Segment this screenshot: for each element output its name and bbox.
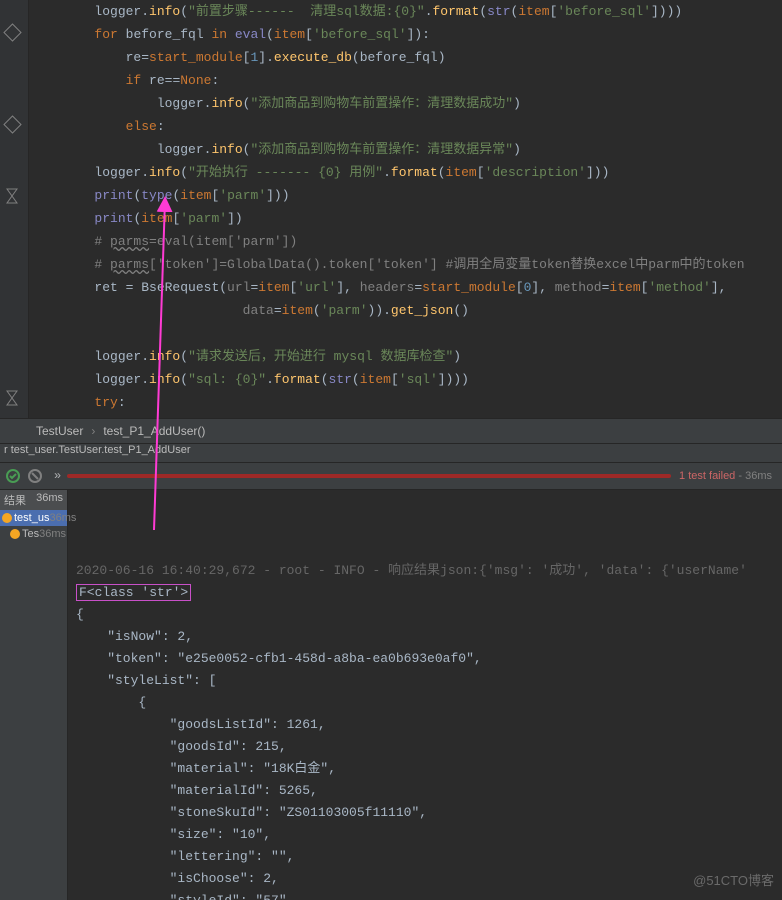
tree-header-time: 36ms (36, 492, 63, 508)
console-line: "size": "10", (76, 824, 774, 846)
gutter (0, 0, 29, 418)
code-line[interactable]: logger.info("添加商品到购物车前置操作：清理数据异常") (32, 138, 782, 161)
console-output[interactable]: 2020-06-16 16:40:29,672 - root - INFO - … (68, 490, 782, 900)
gutter-marker-icon (3, 115, 21, 133)
console-line: "goodsId": 215, (76, 736, 774, 758)
test-results-panel: 结果 36ms test_us 36ms Tes 36ms 2020-06-16… (0, 490, 782, 900)
code-line[interactable]: try: (32, 391, 782, 414)
code-line[interactable]: re=start_module[1].execute_db(before_fql… (32, 46, 782, 69)
code-line[interactable]: # parms=eval(item['parm']) (32, 230, 782, 253)
tree-header-label: 结果 (4, 492, 26, 508)
test-progress-bar (67, 474, 671, 478)
tree-row-label: test_us (14, 512, 49, 524)
filter-passed-icon[interactable] (4, 467, 22, 485)
code-line[interactable] (32, 322, 782, 345)
tree-row-test[interactable]: Tes 36ms (0, 526, 67, 542)
code-line[interactable]: logger.info("前置步骤------ 清理sql数据:{0}".for… (32, 0, 782, 23)
code-line[interactable]: if re==None: (32, 69, 782, 92)
expand-icon[interactable]: » (54, 469, 59, 483)
code-line[interactable]: logger.info("开始执行 ------- {0} 用例".format… (32, 161, 782, 184)
code-area[interactable]: logger.info("前置步骤------ 清理sql数据:{0}".for… (32, 0, 782, 414)
code-line[interactable]: # parms['token']=GlobalData().token['tok… (32, 253, 782, 276)
tree-header: 结果 36ms (0, 490, 67, 510)
breadcrumb-method[interactable]: test_P1_AddUser() (99, 424, 209, 438)
tree-row-time: 36ms (39, 528, 66, 540)
code-line[interactable]: print(item['parm']) (32, 207, 782, 230)
console-line: "styleList": [ (76, 670, 774, 692)
console-line: { (76, 692, 774, 714)
code-line[interactable]: ret = BseRequest(url=item['url'], header… (32, 276, 782, 299)
code-editor[interactable]: logger.info("前置步骤------ 清理sql数据:{0}".for… (0, 0, 782, 418)
code-line[interactable]: print(type(item['parm'])) (32, 184, 782, 207)
code-line[interactable]: logger.info("请求发送后，开始进行 mysql 数据库检查") (32, 345, 782, 368)
test-tree[interactable]: 结果 36ms test_us 36ms Tes 36ms (0, 490, 68, 900)
test-status-text: 1 test failed - 36ms (679, 470, 772, 482)
console-line: F<class 'str'> (76, 582, 774, 604)
filter-ignored-icon[interactable] (26, 467, 44, 485)
console-line: "goodsListId": 1261, (76, 714, 774, 736)
console-line: 2020-06-16 16:40:29,672 - root - INFO - … (76, 560, 774, 582)
console-line: "isNow": 2, (76, 626, 774, 648)
console-line: "token": "e25e0052-cfb1-458d-a8ba-ea0b69… (76, 648, 774, 670)
console-line: "stoneSkuId": "ZS01103005f11110", (76, 802, 774, 824)
gutter-marker-icon (3, 23, 21, 41)
tree-row-label: Tes (22, 528, 39, 540)
gutter-hourglass-icon (6, 188, 18, 204)
code-line[interactable]: logger.info("添加商品到购物车前置操作：清理数据成功") (32, 92, 782, 115)
code-line[interactable]: else: (32, 115, 782, 138)
console-line: "material": "18K白金", (76, 758, 774, 780)
console-line: "materialId": 5265, (76, 780, 774, 802)
code-line[interactable]: logger.info("sql: {0}".format(str(item['… (32, 368, 782, 391)
breadcrumb[interactable]: TestUser › test_P1_AddUser() (0, 418, 782, 444)
console-line: "styleId": "57" (76, 890, 774, 900)
watermark: @51CTO博客 (693, 870, 774, 892)
test-toolbar: » 1 test failed - 36ms (0, 463, 782, 490)
code-line[interactable]: for before_fql in eval(item['before_sql'… (32, 23, 782, 46)
console-line: { (76, 604, 774, 626)
tree-row-test-user[interactable]: test_us 36ms (0, 510, 67, 526)
code-line[interactable]: data=item('parm')).get_json() (32, 299, 782, 322)
console-line: "isChoose": 2, (76, 868, 774, 890)
gutter-hourglass-icon (6, 390, 18, 406)
chevron-right-icon: › (87, 424, 99, 438)
console-line: "lettering": "", (76, 846, 774, 868)
warning-icon (2, 513, 12, 523)
run-tab-header[interactable]: r test_user.TestUser.test_P1_AddUser (0, 444, 782, 463)
warning-icon (10, 529, 20, 539)
breadcrumb-class[interactable]: TestUser (32, 424, 87, 438)
